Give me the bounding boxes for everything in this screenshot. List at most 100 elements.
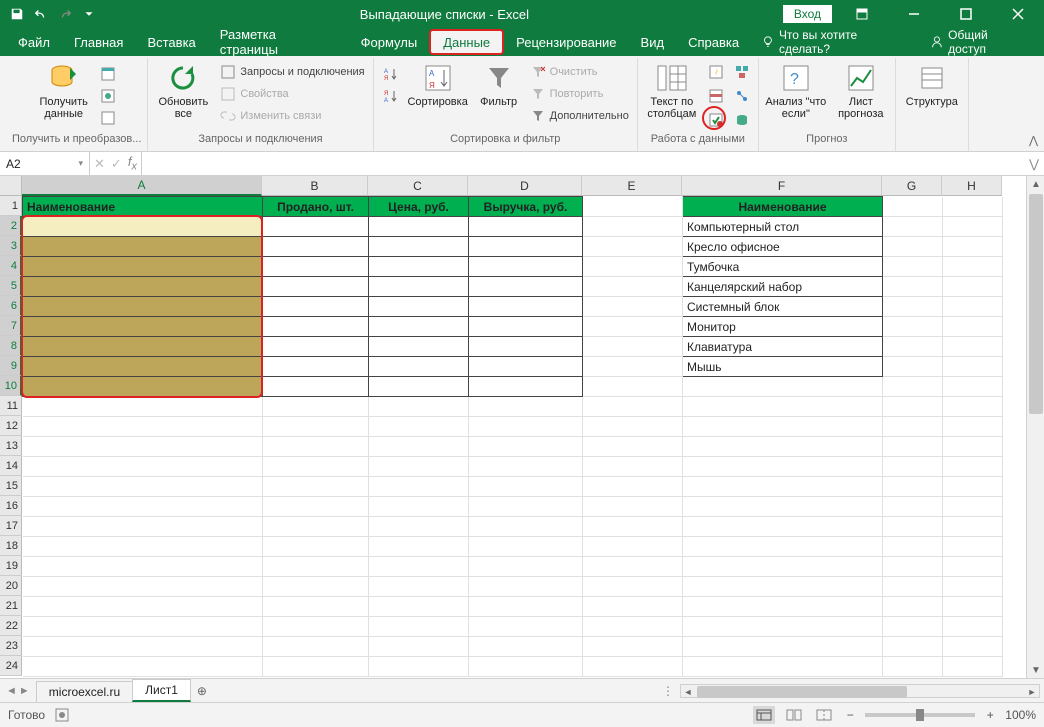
cell-G3[interactable] — [883, 237, 943, 257]
cell-F16[interactable] — [683, 497, 883, 517]
cell-E5[interactable] — [583, 277, 683, 297]
cell-C1[interactable]: Цена, руб. — [369, 197, 469, 217]
cell-H12[interactable] — [943, 417, 1003, 437]
cell-D22[interactable] — [469, 617, 583, 637]
cell-H17[interactable] — [943, 517, 1003, 537]
cell-E7[interactable] — [583, 317, 683, 337]
cell-A1[interactable]: Наименование — [23, 197, 263, 217]
cell-A16[interactable] — [23, 497, 263, 517]
cell-F23[interactable] — [683, 637, 883, 657]
cell-D1[interactable]: Выручка, руб. — [469, 197, 583, 217]
cell-A4[interactable] — [23, 257, 263, 277]
cell-H15[interactable] — [943, 477, 1003, 497]
cell-F1[interactable]: Наименование — [683, 197, 883, 217]
cell-D23[interactable] — [469, 637, 583, 657]
cell-E12[interactable] — [583, 417, 683, 437]
row-header-6[interactable]: 6 — [0, 296, 22, 316]
cell-A13[interactable] — [23, 437, 263, 457]
row-header-19[interactable]: 19 — [0, 556, 22, 576]
cell-C13[interactable] — [369, 437, 469, 457]
text-to-columns-button[interactable]: Текст по столбцам — [644, 60, 700, 120]
cell-B22[interactable] — [263, 617, 369, 637]
advanced-filter-button[interactable]: Дополнительно — [528, 106, 631, 126]
cell-C18[interactable] — [369, 537, 469, 557]
tab-data[interactable]: Данные — [429, 29, 504, 55]
cell-H1[interactable] — [943, 197, 1003, 217]
cell-H19[interactable] — [943, 557, 1003, 577]
cell-E9[interactable] — [583, 357, 683, 377]
row-header-3[interactable]: 3 — [0, 236, 22, 256]
formula-input[interactable] — [142, 152, 1024, 175]
cell-B17[interactable] — [263, 517, 369, 537]
minimize-icon[interactable] — [892, 0, 936, 28]
hscroll-thumb[interactable] — [697, 686, 907, 698]
redo-icon[interactable] — [54, 3, 76, 25]
cell-B8[interactable] — [263, 337, 369, 357]
row-header-22[interactable]: 22 — [0, 616, 22, 636]
tab-help[interactable]: Справка — [676, 28, 751, 56]
col-header-F[interactable]: F — [682, 176, 882, 196]
cell-C19[interactable] — [369, 557, 469, 577]
cell-G18[interactable] — [883, 537, 943, 557]
cancel-formula-icon[interactable]: ✕ — [94, 156, 105, 172]
cell-B2[interactable] — [263, 217, 369, 237]
cell-G22[interactable] — [883, 617, 943, 637]
manage-data-model-button[interactable] — [732, 110, 752, 130]
cell-E23[interactable] — [583, 637, 683, 657]
ribbon-options-icon[interactable] — [840, 0, 884, 28]
cell-C9[interactable] — [369, 357, 469, 377]
tab-file[interactable]: Файл — [6, 28, 62, 56]
sort-asc-button[interactable]: AЯ — [380, 64, 400, 84]
vertical-scrollbar[interactable]: ▲ ▼ — [1026, 176, 1044, 678]
queries-connections-button[interactable]: Запросы и подключения — [218, 62, 366, 82]
undo-icon[interactable] — [30, 3, 52, 25]
row-header-8[interactable]: 8 — [0, 336, 22, 356]
cell-D9[interactable] — [469, 357, 583, 377]
get-data-button[interactable]: Получить данные — [35, 60, 93, 120]
remove-duplicates-button[interactable] — [706, 86, 726, 106]
row-header-23[interactable]: 23 — [0, 636, 22, 656]
cell-B20[interactable] — [263, 577, 369, 597]
cell-E22[interactable] — [583, 617, 683, 637]
cell-A23[interactable] — [23, 637, 263, 657]
cell-H7[interactable] — [943, 317, 1003, 337]
cell-G14[interactable] — [883, 457, 943, 477]
cell-A10[interactable] — [23, 377, 263, 397]
cell-E14[interactable] — [583, 457, 683, 477]
maximize-icon[interactable] — [944, 0, 988, 28]
cell-H11[interactable] — [943, 397, 1003, 417]
cell-G13[interactable] — [883, 437, 943, 457]
tab-pagelayout[interactable]: Разметка страницы — [208, 28, 349, 56]
cell-E21[interactable] — [583, 597, 683, 617]
cell-C20[interactable] — [369, 577, 469, 597]
row-header-10[interactable]: 10 — [0, 376, 22, 396]
sheet-tab-2[interactable]: Лист1 — [132, 679, 191, 702]
cell-C4[interactable] — [369, 257, 469, 277]
cell-C14[interactable] — [369, 457, 469, 477]
cell-D19[interactable] — [469, 557, 583, 577]
row-header-17[interactable]: 17 — [0, 516, 22, 536]
cell-G9[interactable] — [883, 357, 943, 377]
cell-D3[interactable] — [469, 237, 583, 257]
cell-H10[interactable] — [943, 377, 1003, 397]
scroll-left-icon[interactable]: ◄ — [681, 685, 695, 699]
enter-formula-icon[interactable]: ✓ — [111, 156, 122, 172]
cell-A7[interactable] — [23, 317, 263, 337]
cell-D6[interactable] — [469, 297, 583, 317]
cell-G12[interactable] — [883, 417, 943, 437]
add-sheet-button[interactable]: ⊕ — [190, 679, 214, 702]
refresh-all-button[interactable]: Обновить все — [154, 60, 212, 120]
scroll-down-icon[interactable]: ▼ — [1027, 662, 1044, 678]
cell-G16[interactable] — [883, 497, 943, 517]
cell-C22[interactable] — [369, 617, 469, 637]
cell-B9[interactable] — [263, 357, 369, 377]
cell-D2[interactable] — [469, 217, 583, 237]
cell-D5[interactable] — [469, 277, 583, 297]
cell-F2[interactable]: Компьютерный стол — [683, 217, 883, 237]
fx-icon[interactable]: fx — [128, 154, 137, 173]
cell-F6[interactable]: Системный блок — [683, 297, 883, 317]
hscroll-split-icon[interactable]: ⋮ — [662, 684, 674, 698]
cell-C16[interactable] — [369, 497, 469, 517]
tab-view[interactable]: Вид — [629, 28, 677, 56]
cell-G8[interactable] — [883, 337, 943, 357]
